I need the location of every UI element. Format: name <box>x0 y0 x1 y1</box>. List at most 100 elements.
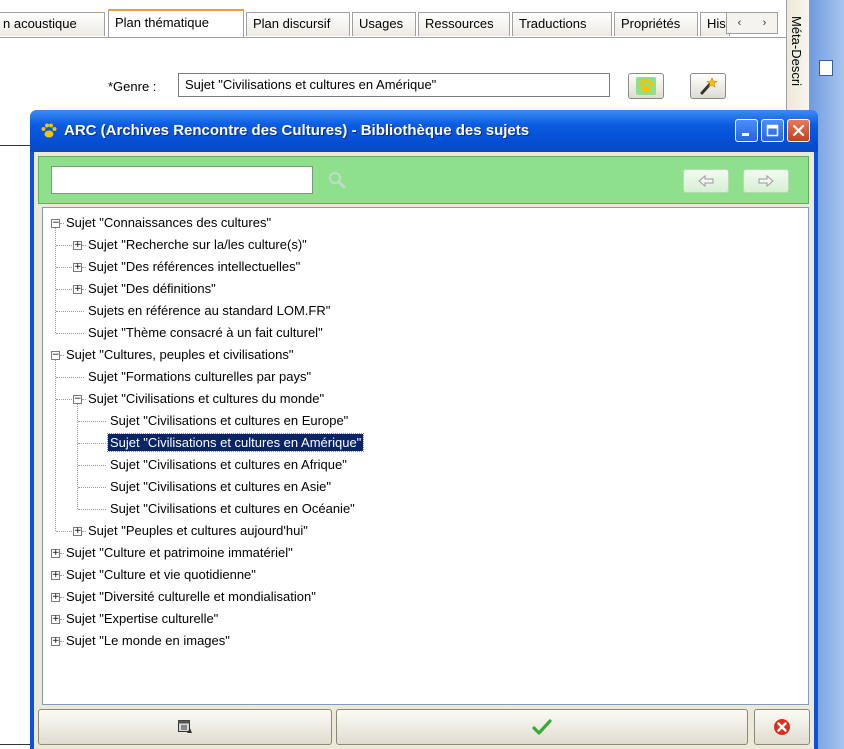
tab-traductions[interactable]: Traductions <box>512 12 612 36</box>
tree-connector <box>78 487 106 488</box>
tab-proprietes[interactable]: Propriétés <box>614 12 698 36</box>
expand-icon[interactable]: + <box>51 571 60 580</box>
tree-node-label: Sujet "Culture et vie quotidienne" <box>66 567 256 582</box>
tab-scroll-right-button[interactable]: › <box>763 17 767 29</box>
minimize-button[interactable] <box>735 119 758 142</box>
expand-icon[interactable]: + <box>51 637 60 646</box>
tab-label: Traductions <box>519 16 587 31</box>
background-rule <box>0 744 32 745</box>
tab-usages[interactable]: Usages <box>352 12 416 36</box>
tree-node-label: Sujet "Civilisations et cultures en Asie… <box>110 479 331 494</box>
collapse-icon[interactable]: − <box>51 351 60 360</box>
tree-node-label: Sujet "Cultures, peuples et civilisation… <box>66 347 294 362</box>
history-back-button[interactable] <box>683 169 729 193</box>
tab-acoustique[interactable]: n acoustique <box>0 12 105 36</box>
tree-node-label: Sujet "Formations culturelles par pays" <box>88 369 312 384</box>
tree-connector <box>77 404 78 509</box>
tree-node-label: Sujet "Le monde en images" <box>66 633 230 648</box>
maximize-button[interactable] <box>761 119 784 142</box>
tree-connector <box>55 228 56 333</box>
expand-icon[interactable]: + <box>73 241 82 250</box>
tree-node[interactable]: Sujet "Civilisations et cultures en Océa… <box>108 498 357 519</box>
magic-wand-icon <box>700 77 718 95</box>
tree-node[interactable]: Sujet "Des définitions" <box>86 278 218 299</box>
tree-node-label: Sujet "Recherche sur la/les culture(s)" <box>88 237 307 252</box>
genre-browse-button[interactable] <box>628 73 664 99</box>
tree-node[interactable]: Sujet "Culture et vie quotidienne" <box>64 564 258 585</box>
tree-node[interactable]: Sujets en référence au standard LOM.FR" <box>86 300 332 321</box>
maximize-icon <box>766 124 779 137</box>
tab-plan-thematique[interactable]: Plan thématique <box>108 9 244 37</box>
tree-connector <box>56 267 74 268</box>
detach-window-button[interactable] <box>38 709 332 745</box>
tree-node-label: Sujet "Connaissances des cultures" <box>66 215 272 230</box>
search-input[interactable] <box>51 166 313 194</box>
expand-icon[interactable]: + <box>51 615 60 624</box>
genre-label: *Genre : <box>108 79 157 94</box>
tree-node[interactable]: Sujet "Culture et patrimoine immatériel" <box>64 542 295 563</box>
dialog-title: ARC (Archives Rencontre des Cultures) - … <box>64 122 530 139</box>
cancel-button[interactable] <box>754 709 810 745</box>
window-fragment <box>819 60 833 76</box>
genre-edit-button[interactable] <box>690 73 726 99</box>
expand-icon[interactable]: + <box>73 263 82 272</box>
tree-node[interactable]: Sujet "Expertise culturelle" <box>64 608 220 629</box>
tree-connector <box>56 377 84 378</box>
tree-node-label: Sujets en référence au standard LOM.FR" <box>88 303 331 318</box>
tree-connector <box>55 360 56 531</box>
history-forward-button[interactable] <box>743 169 789 193</box>
tab-label: Plan discursif <box>253 16 331 31</box>
tree-node-selected[interactable]: Sujet "Civilisations et cultures en Amér… <box>106 432 365 453</box>
tree-node[interactable]: Sujet "Civilisations et cultures du mond… <box>86 388 326 409</box>
tab-scroll-left-button[interactable]: ‹ <box>738 17 742 29</box>
tree-node[interactable]: Sujet "Des références intellectuelles" <box>86 256 302 277</box>
tab-label: Ressources <box>425 16 494 31</box>
subject-library-dialog: ARC (Archives Rencontre des Cultures) - … <box>30 110 818 749</box>
collapse-icon[interactable]: − <box>73 395 82 404</box>
tab-bar: n acoustique Plan thématique Plan discur… <box>0 9 786 37</box>
tree-node[interactable]: Sujet "Peuples et cultures aujourd'hui" <box>86 520 310 541</box>
collapse-icon[interactable]: − <box>51 219 60 228</box>
expand-icon[interactable]: + <box>73 527 82 536</box>
tree-node-label: Sujet "Des définitions" <box>88 281 216 296</box>
ok-button[interactable] <box>336 709 748 745</box>
tree-connector <box>78 421 106 422</box>
subject-tree[interactable]: − Sujet "Connaissances des cultures" + Suje… <box>42 207 809 705</box>
tab-label: Plan thématique <box>115 15 209 30</box>
tree-node[interactable]: Sujet "Thème consacré à un fait culturel… <box>86 322 325 343</box>
tree-connector <box>56 311 84 312</box>
tree-node[interactable]: Sujet "Civilisations et cultures en Euro… <box>108 410 350 431</box>
dialog-title-bar[interactable]: ARC (Archives Rencontre des Cultures) - … <box>30 110 818 152</box>
genre-field[interactable]: Sujet "Civilisations et cultures en Amér… <box>178 73 610 97</box>
tab-ressources[interactable]: Ressources <box>418 12 510 36</box>
side-panel-label: Méta-Descri <box>789 16 804 87</box>
expand-icon[interactable]: + <box>51 549 60 558</box>
tree-node[interactable]: Sujet "Civilisations et cultures en Asie… <box>108 476 333 497</box>
tree-node[interactable]: Sujet "Diversité culturelle et mondialis… <box>64 586 318 607</box>
tree-connector <box>56 531 74 532</box>
background-rule <box>0 145 32 146</box>
close-button[interactable] <box>787 119 810 142</box>
tree-connector <box>56 245 74 246</box>
tree-node-label: Sujet "Civilisations et cultures en Euro… <box>110 413 349 428</box>
expand-icon[interactable]: + <box>73 285 82 294</box>
tab-label: Usages <box>359 16 404 31</box>
search-toolbar <box>38 156 809 204</box>
dialog-body: − Sujet "Connaissances des cultures" + Suje… <box>34 152 814 749</box>
arrow-left-icon <box>698 175 714 187</box>
expand-icon[interactable]: + <box>51 593 60 602</box>
tree-node[interactable]: Sujet "Formations culturelles par pays" <box>86 366 313 387</box>
tree-connector <box>56 289 74 290</box>
tree-node[interactable]: Sujet "Recherche sur la/les culture(s)" <box>86 234 309 255</box>
tree-node[interactable]: Sujet "Connaissances des cultures" <box>64 212 273 233</box>
tree-node-label: Sujet "Des références intellectuelles" <box>88 259 301 274</box>
arrow-right-icon <box>758 175 774 187</box>
tree-node[interactable]: Sujet "Cultures, peuples et civilisation… <box>64 344 295 365</box>
tab-plan-discursif[interactable]: Plan discursif <box>246 12 350 36</box>
tree-connector <box>78 465 106 466</box>
tree-node-label: Sujet "Culture et patrimoine immatériel" <box>66 545 293 560</box>
tree-node[interactable]: Sujet "Civilisations et cultures en Afri… <box>108 454 349 475</box>
magnifier-icon[interactable] <box>327 170 347 190</box>
tab-divider <box>0 37 786 38</box>
tree-node[interactable]: Sujet "Le monde en images" <box>64 630 232 651</box>
